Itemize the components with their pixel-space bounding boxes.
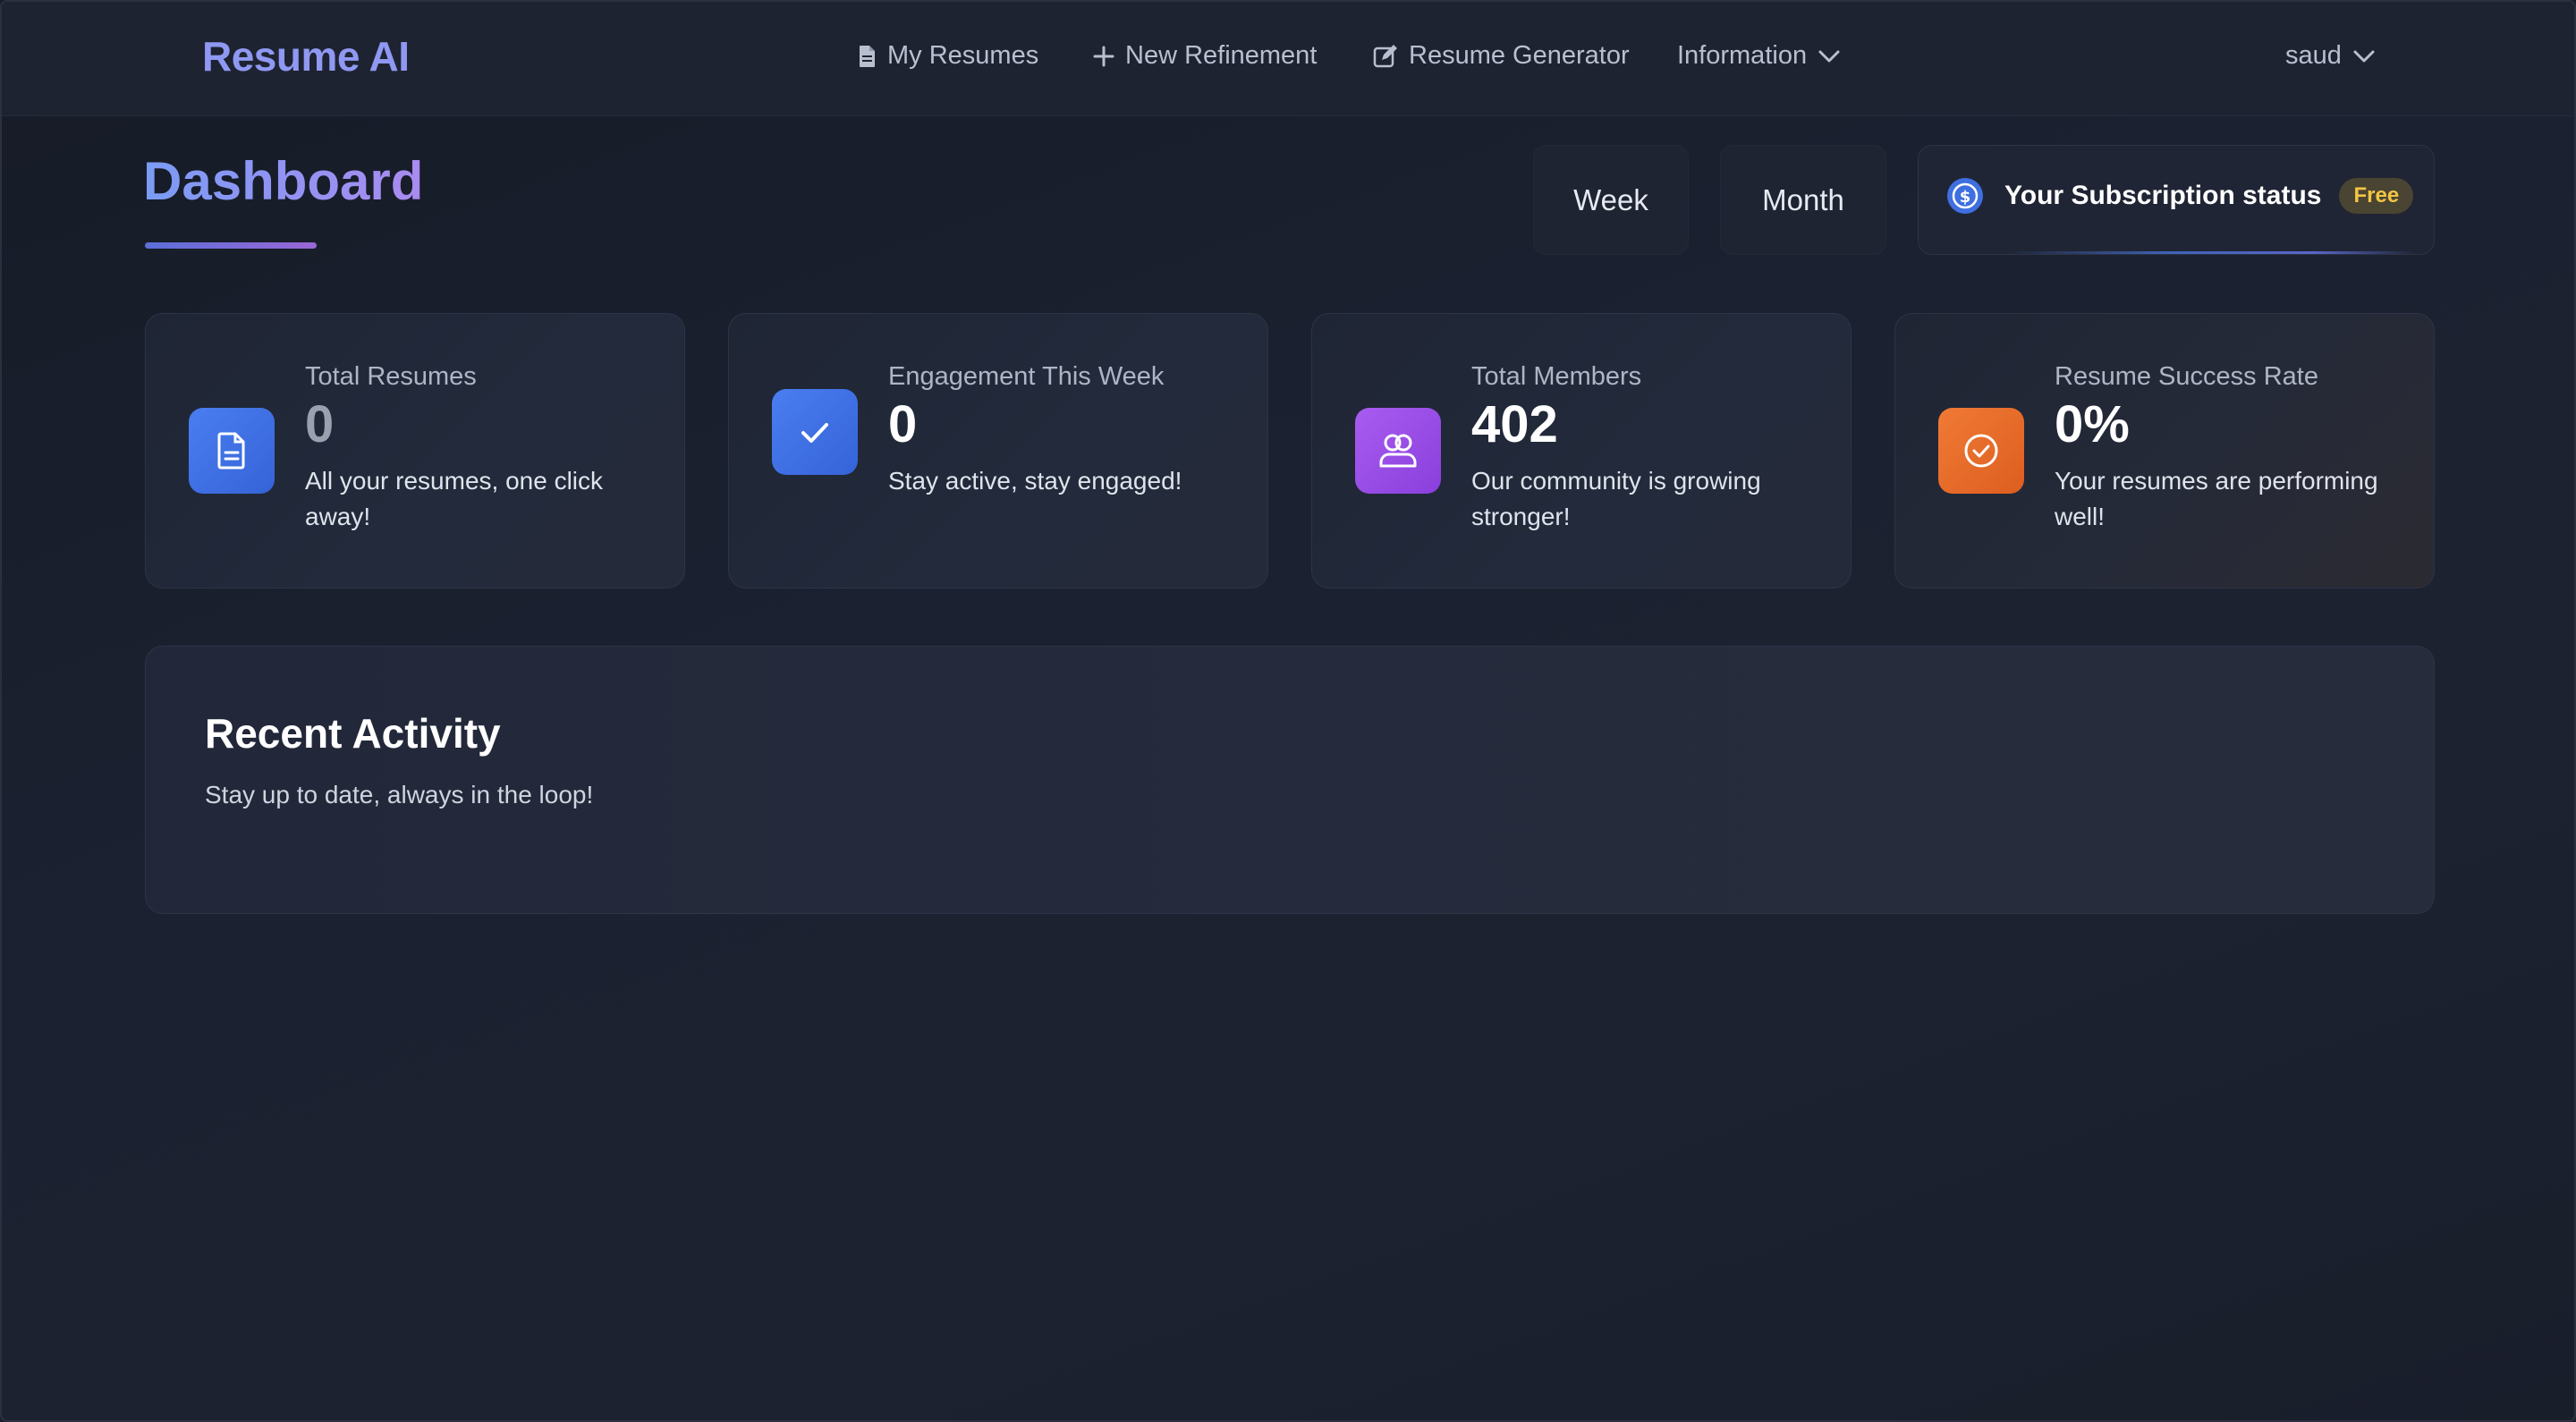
nav-new-refinement[interactable]: New Refinement [1093, 41, 1317, 71]
subscription-status-card[interactable]: $ Your Subscription status Free [1918, 145, 2435, 255]
subscription-label: Your Subscription status [2004, 180, 2322, 210]
document-icon [189, 408, 275, 494]
stat-value: 0 [305, 395, 335, 453]
nav-my-resumes[interactable]: My Resumes [859, 41, 1038, 71]
subscription-badge: Free [2339, 177, 2414, 214]
stat-card-engagement: Engagement This Week 0 Stay active, stay… [728, 313, 1268, 588]
stat-description: Your resumes are performing well! [2055, 467, 2378, 530]
edit-icon [1373, 44, 1398, 69]
app-window: Resume AI My Resumes New Refinement Resu… [0, 0, 2576, 1422]
page-title: Dashboard [143, 151, 424, 211]
user-menu-dropdown[interactable]: saud [2285, 41, 2376, 71]
week-button[interactable]: Week [1533, 145, 1689, 255]
nav-resume-generator[interactable]: Resume Generator [1373, 41, 1630, 71]
stat-card-total-resumes: Total Resumes 0 All your resumes, one cl… [145, 313, 685, 588]
brand-logo[interactable]: Resume AI [202, 32, 410, 80]
check-circle-icon [1938, 408, 2024, 494]
stat-description: Our community is growing stronger! [1471, 467, 1761, 530]
nav-resume-generator-label: Resume Generator [1409, 41, 1630, 70]
recent-activity-panel: Recent Activity Stay up to date, always … [145, 646, 2435, 914]
recent-activity-title: Recent Activity [205, 710, 501, 757]
chevron-down-icon [1818, 48, 1841, 64]
title-underline [145, 242, 317, 249]
stat-label: Total Resumes [305, 362, 477, 391]
svg-text:$: $ [1960, 188, 1971, 207]
users-icon [1355, 408, 1441, 494]
stat-value: 0% [2055, 395, 2130, 453]
top-navbar: Resume AI My Resumes New Refinement Resu… [2, 2, 2574, 116]
file-icon [859, 45, 877, 68]
check-icon [772, 389, 858, 475]
plus-icon [1093, 46, 1114, 67]
stat-label: Resume Success Rate [2055, 362, 2318, 391]
recent-activity-subtitle: Stay up to date, always in the loop! [205, 781, 594, 808]
dollar-circle-icon: $ [1947, 177, 1983, 214]
nav-information-label: Information [1677, 41, 1808, 70]
nav-my-resumes-label: My Resumes [887, 41, 1039, 70]
nav-information-dropdown[interactable]: Information [1677, 41, 1841, 71]
stat-value: 0 [888, 395, 918, 453]
stat-label: Total Members [1471, 362, 1642, 391]
stat-value: 402 [1471, 395, 1558, 453]
nav-new-refinement-label: New Refinement [1125, 41, 1318, 70]
user-name: saud [2285, 41, 2342, 70]
stat-description: All your resumes, one click away! [305, 467, 604, 530]
stat-label: Engagement This Week [888, 362, 1165, 391]
stat-card-success-rate: Resume Success Rate 0% Your resumes are … [1894, 313, 2435, 588]
stat-description: Stay active, stay engaged! [888, 467, 1182, 495]
stat-card-total-members: Total Members 402 Our community is growi… [1311, 313, 1852, 588]
month-button[interactable]: Month [1720, 145, 1886, 255]
chevron-down-icon [2352, 48, 2376, 64]
